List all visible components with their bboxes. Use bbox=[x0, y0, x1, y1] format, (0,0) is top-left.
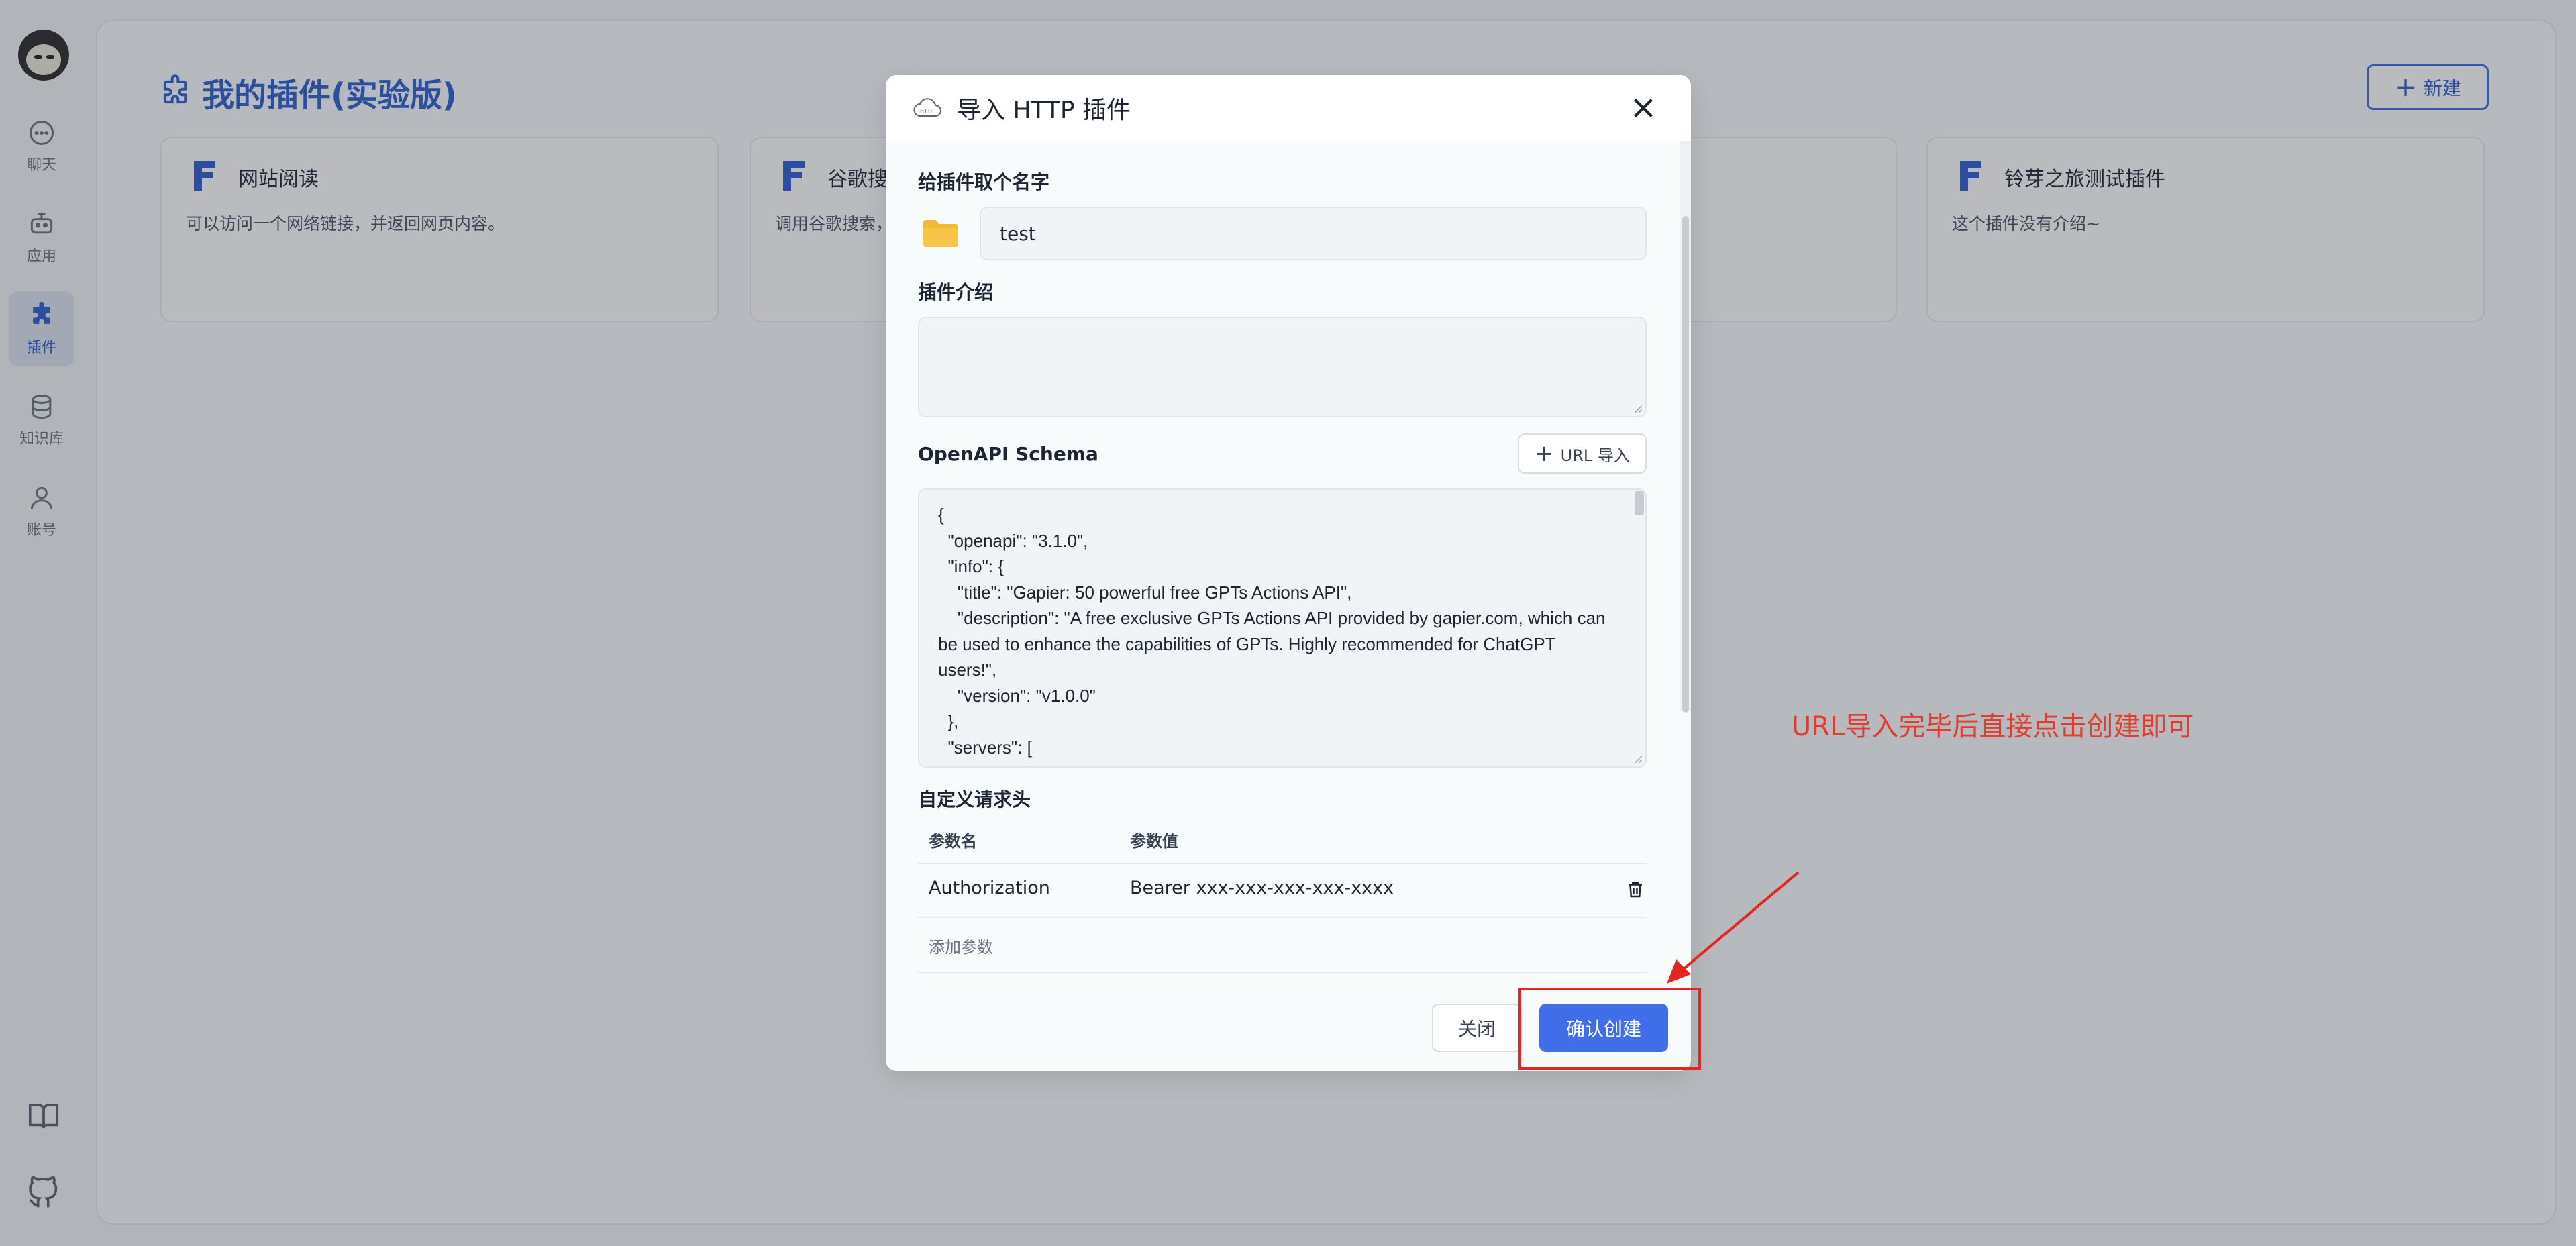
url-import-label: URL 导入 bbox=[1561, 442, 1630, 466]
header-param-value[interactable]: Bearer xxx-xxx-xxx-xxx-xxxx bbox=[1130, 878, 1394, 898]
annotation-text: URL导入完毕后直接点击创建即可 bbox=[1792, 705, 2194, 743]
schema-text: { "openapi": "3.1.0", "info": { "title":… bbox=[938, 502, 1616, 768]
header-col-value: 参数值 bbox=[1130, 828, 1178, 851]
resize-grip-icon[interactable] bbox=[1633, 754, 1643, 764]
openapi-schema-label: OpenAPI Schema bbox=[918, 443, 1098, 465]
annotation-arrow-icon bbox=[1664, 866, 1805, 986]
add-param-button[interactable]: 添加参数 bbox=[929, 934, 993, 957]
modal-header: HTTP 导入 HTTP 插件 bbox=[886, 75, 1691, 141]
plugin-name-label: 给插件取个名字 bbox=[918, 168, 1049, 195]
folder-icon[interactable] bbox=[922, 217, 960, 248]
svg-text:HTTP: HTTP bbox=[920, 108, 934, 114]
custom-headers-label: 自定义请求头 bbox=[918, 785, 1031, 812]
plugin-intro-textarea[interactable] bbox=[918, 317, 1647, 417]
cloud-http-icon: HTTP bbox=[913, 97, 943, 119]
annotation-highlight-box bbox=[1518, 988, 1701, 1070]
scrollbar-thumb[interactable] bbox=[1682, 216, 1689, 713]
close-button[interactable]: 关闭 bbox=[1432, 1004, 1522, 1052]
plugin-intro-label: 插件介绍 bbox=[918, 278, 993, 305]
modal-scrollbar[interactable] bbox=[1680, 141, 1691, 711]
close-icon[interactable] bbox=[1627, 91, 1660, 125]
trash-icon[interactable] bbox=[1625, 879, 1645, 900]
header-col-name: 参数名 bbox=[929, 828, 977, 851]
schema-scrollbar-thumb[interactable] bbox=[1635, 491, 1644, 515]
header-param-name[interactable]: Authorization bbox=[929, 878, 1050, 898]
divider bbox=[918, 972, 1647, 973]
resize-grip-icon[interactable] bbox=[1633, 404, 1643, 413]
divider bbox=[918, 863, 1647, 864]
plus-icon: + bbox=[1535, 442, 1554, 465]
import-http-plugin-modal: HTTP 导入 HTTP 插件 给插件取个名字 test 插件介绍 OpenAP… bbox=[886, 75, 1691, 1071]
openapi-schema-textarea[interactable]: { "openapi": "3.1.0", "info": { "title":… bbox=[918, 488, 1647, 768]
plugin-name-input[interactable]: test bbox=[980, 207, 1647, 260]
url-import-button[interactable]: + URL 导入 bbox=[1518, 433, 1647, 474]
divider bbox=[918, 917, 1647, 918]
modal-title: 导入 HTTP 插件 bbox=[957, 91, 1131, 125]
